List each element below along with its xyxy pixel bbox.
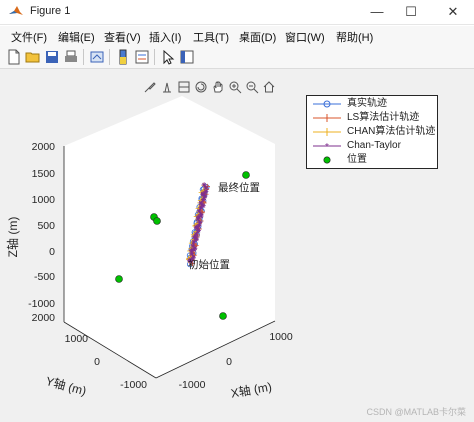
property-icon[interactable]: [179, 49, 195, 65]
initial-position-label: 初始位置: [188, 258, 230, 271]
menu-bar: 文件(F) 编辑(E) 查看(V) 插入(I) 工具(T) 桌面(D) 窗口(W…: [0, 26, 474, 46]
x-axis-label: X轴 (m): [230, 379, 273, 401]
station-marker: [153, 217, 161, 225]
y-tick-label: 1000: [65, 333, 89, 345]
open-file-icon[interactable]: [25, 49, 41, 65]
legend-icon[interactable]: [134, 49, 150, 65]
x-tick-label: 1000: [269, 331, 293, 343]
plus-line-marker: [313, 128, 341, 136]
window-title: Figure 1: [30, 5, 71, 17]
chan-taylor-track-point: [201, 182, 207, 188]
menu-window[interactable]: 窗口(W): [285, 29, 325, 45]
toolbar-separator: [109, 49, 110, 65]
legend-label: CHAN算法估计轨迹: [347, 126, 436, 137]
print-icon[interactable]: [63, 49, 79, 65]
circle-line-marker: [313, 100, 341, 108]
chan-taylor-track-point: [200, 191, 206, 197]
menu-edit[interactable]: 编辑(E): [58, 29, 95, 45]
menu-view[interactable]: 查看(V): [104, 29, 141, 45]
menu-help[interactable]: 帮助(H): [336, 29, 373, 45]
station-marker: [115, 275, 123, 283]
z-tick-label: 0: [49, 246, 55, 258]
legend-entry: 真实轨迹: [311, 97, 435, 111]
menu-tools[interactable]: 工具(T): [193, 29, 229, 45]
select-arrow-icon[interactable]: [160, 49, 176, 65]
z-tick-label: 2000: [32, 141, 56, 153]
final-position-label: 最终位置: [218, 181, 260, 194]
station-marker: [219, 312, 227, 320]
colorbar-icon[interactable]: [115, 49, 131, 65]
chan-taylor-track-point: [190, 243, 196, 249]
figure-canvas[interactable]: 2000 1500 1000 500 0 -500 -1000 2000 100…: [0, 69, 474, 422]
figure-toolbar: [0, 46, 474, 69]
z-tick-label: -500: [34, 271, 55, 283]
legend-entry: CHAN算法估计轨迹: [311, 125, 435, 139]
menu-file[interactable]: 文件(F): [11, 29, 47, 45]
watermark: CSDN @MATLAB卡尔菜: [366, 407, 466, 417]
z-tick-labels: 2000 1500 1000 500 0 -500 -1000: [28, 141, 55, 310]
z-tick-label: 1500: [32, 168, 56, 180]
menu-insert[interactable]: 插入(I): [149, 29, 181, 45]
legend-entry: * Chan-Taylor: [311, 139, 435, 153]
axes-background: [64, 96, 275, 378]
toolbar-separator: [154, 49, 155, 65]
save-icon[interactable]: [44, 49, 60, 65]
z-tick-label: 1000: [32, 194, 56, 206]
z-axis-label: Z轴 (m): [5, 217, 20, 258]
station-marker: [242, 171, 250, 179]
legend-label: Chan-Taylor: [347, 140, 401, 151]
svg-text:*: *: [325, 142, 329, 153]
y-tick-label: 2000: [32, 312, 56, 324]
maximize-button[interactable]: ☐: [394, 0, 428, 24]
z-tick-label: 500: [37, 220, 55, 232]
y-axis-label: Y轴 (m): [44, 373, 88, 398]
legend-label: 位置: [347, 154, 367, 165]
legend-label: LS算法估计轨迹: [347, 112, 420, 123]
minimize-button[interactable]: —: [360, 0, 394, 24]
new-figure-icon[interactable]: [6, 49, 22, 65]
plus-line-marker: [313, 114, 341, 122]
title-bar: Figure 1 — ☐ ✕: [0, 0, 474, 25]
filled-circle-marker: [323, 156, 331, 164]
x-tick-label: -1000: [179, 379, 206, 391]
z-tick-label: -1000: [28, 298, 55, 310]
y-tick-label: -1000: [120, 379, 147, 391]
legend[interactable]: 真实轨迹 LS算法估计轨迹 CHAN算法估计轨迹 * Chan-Taylor 位…: [306, 95, 438, 169]
matlab-logo-icon: [9, 6, 23, 15]
link-icon[interactable]: [89, 49, 105, 65]
legend-entry: LS算法估计轨迹: [311, 111, 435, 125]
star-line-marker: *: [313, 142, 341, 153]
chan-taylor-track-point: [198, 200, 204, 206]
y-tick-label: 0: [94, 356, 100, 368]
legend-entry: 位置: [311, 153, 435, 167]
x-tick-label: 0: [226, 356, 232, 368]
legend-label: 真实轨迹: [347, 98, 387, 109]
menu-desktop[interactable]: 桌面(D): [239, 29, 276, 45]
toolbar-separator: [83, 49, 84, 65]
close-button[interactable]: ✕: [436, 0, 470, 24]
